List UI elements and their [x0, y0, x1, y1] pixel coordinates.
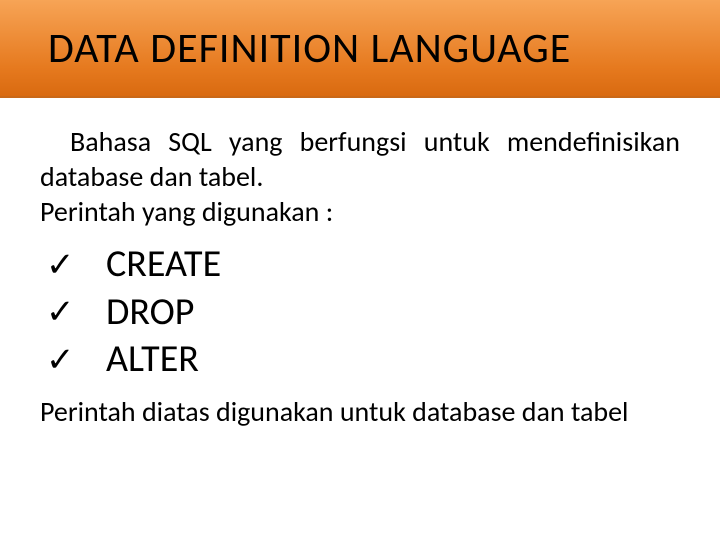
slide-content: Bahasa SQL yang berfungsi untuk mendefin… [0, 98, 720, 429]
list-item-label: DROP [106, 289, 194, 337]
list-item: ✓ ALTER [46, 336, 680, 384]
check-icon: ✓ [46, 291, 106, 334]
closing-paragraph: Perintah diatas digunakan untuk database… [40, 394, 680, 429]
list-item: ✓ CREATE [46, 241, 680, 289]
check-icon: ✓ [46, 244, 106, 287]
list-item-label: ALTER [106, 336, 199, 384]
intro-subline: Perintah yang digunakan : [40, 194, 680, 229]
command-list: ✓ CREATE ✓ DROP ✓ ALTER [46, 241, 680, 384]
list-item-label: CREATE [106, 241, 221, 289]
list-item: ✓ DROP [46, 289, 680, 337]
intro-paragraph: Bahasa SQL yang berfungsi untuk mendefin… [40, 124, 680, 194]
check-icon: ✓ [46, 339, 106, 382]
slide-header: DATA DEFINITION LANGUAGE [0, 0, 720, 98]
slide-title: DATA DEFINITION LANGUAGE [48, 23, 571, 74]
